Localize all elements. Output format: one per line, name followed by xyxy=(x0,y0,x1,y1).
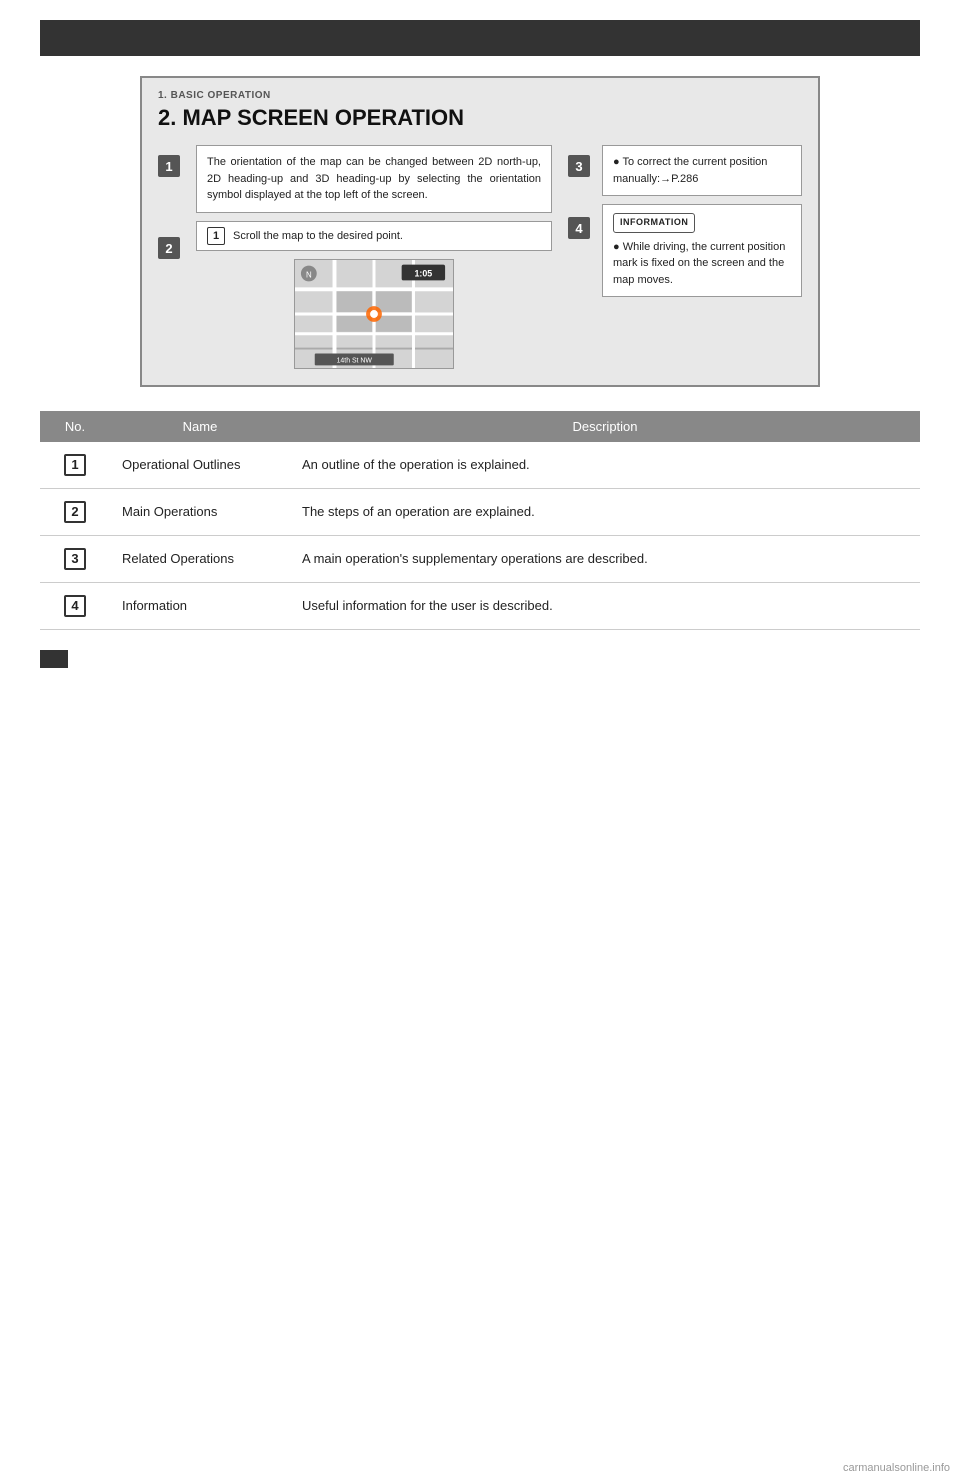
callout-4: 4 xyxy=(568,217,590,239)
step-box: 1 Scroll the map to the desired point. xyxy=(196,221,552,251)
table-cell-desc: Useful information for the user is descr… xyxy=(290,582,920,629)
callout-3: 3 xyxy=(568,155,590,177)
table-num-box: 3 xyxy=(64,548,86,570)
info-badge: INFORMATION xyxy=(613,213,695,233)
table-cell-name: Related Operations xyxy=(110,535,290,582)
col-header-no: No. xyxy=(40,411,110,442)
callout-left: 1 2 xyxy=(158,145,180,259)
table-cell-no: 2 xyxy=(40,488,110,535)
info-box: INFORMATION ● While driving, the current… xyxy=(602,204,802,297)
step-number: 1 xyxy=(207,227,225,245)
watermark: carmanualsonline.info xyxy=(843,1462,950,1474)
data-table: No. Name Description 1 Operational Outlin… xyxy=(40,411,920,630)
callout-2: 2 xyxy=(158,237,180,259)
table-num-box: 4 xyxy=(64,595,86,617)
section-marker xyxy=(40,650,68,668)
step-text: Scroll the map to the desired point. xyxy=(233,230,403,242)
table-cell-no: 3 xyxy=(40,535,110,582)
related-ops-box: ● To correct the current position manual… xyxy=(602,145,802,196)
table-num-box: 1 xyxy=(64,454,86,476)
table-cell-no: 4 xyxy=(40,582,110,629)
illustration-box: 1. BASIC OPERATION 2. MAP SCREEN OPERATI… xyxy=(140,76,820,387)
table-cell-name: Main Operations xyxy=(110,488,290,535)
table-cell-name: Operational Outlines xyxy=(110,442,290,489)
table-row: 3 Related OperationsA main operation's su… xyxy=(40,535,920,582)
illus-center: The orientation of the map can be change… xyxy=(196,145,552,369)
illus-right: ● To correct the current position manual… xyxy=(602,145,802,305)
table-row: 4 InformationUseful information for the u… xyxy=(40,582,920,629)
table-row: 2 Main OperationsThe steps of an operatio… xyxy=(40,488,920,535)
illustration-title: 2. MAP SCREEN OPERATION xyxy=(158,105,802,131)
page-wrapper: 1. BASIC OPERATION 2. MAP SCREEN OPERATI… xyxy=(0,0,960,699)
svg-text:14th St NW: 14th St NW xyxy=(337,357,373,364)
breadcrumb: 1. BASIC OPERATION xyxy=(158,90,802,101)
table-cell-name: Information xyxy=(110,582,290,629)
top-header xyxy=(40,20,920,56)
table-cell-desc: The steps of an operation are explained. xyxy=(290,488,920,535)
table-cell-desc: An outline of the operation is explained… xyxy=(290,442,920,489)
table-cell-desc: A main operation's supplementary operati… xyxy=(290,535,920,582)
svg-text:N: N xyxy=(306,270,312,279)
callout-right: 3 4 xyxy=(568,145,590,239)
col-header-desc: Description xyxy=(290,411,920,442)
map-image: 1:05 14th St NW N xyxy=(294,259,454,369)
svg-text:1:05: 1:05 xyxy=(414,268,432,278)
main-text-box: The orientation of the map can be change… xyxy=(196,145,552,213)
info-text: ● While driving, the current position ma… xyxy=(613,241,785,286)
related-ops-text: ● To correct the current position manual… xyxy=(613,156,767,185)
callout-1: 1 xyxy=(158,155,180,177)
col-header-name: Name xyxy=(110,411,290,442)
table-num-box: 2 xyxy=(64,501,86,523)
table-cell-no: 1 xyxy=(40,442,110,489)
table-row: 1 Operational OutlinesAn outline of the o… xyxy=(40,442,920,489)
